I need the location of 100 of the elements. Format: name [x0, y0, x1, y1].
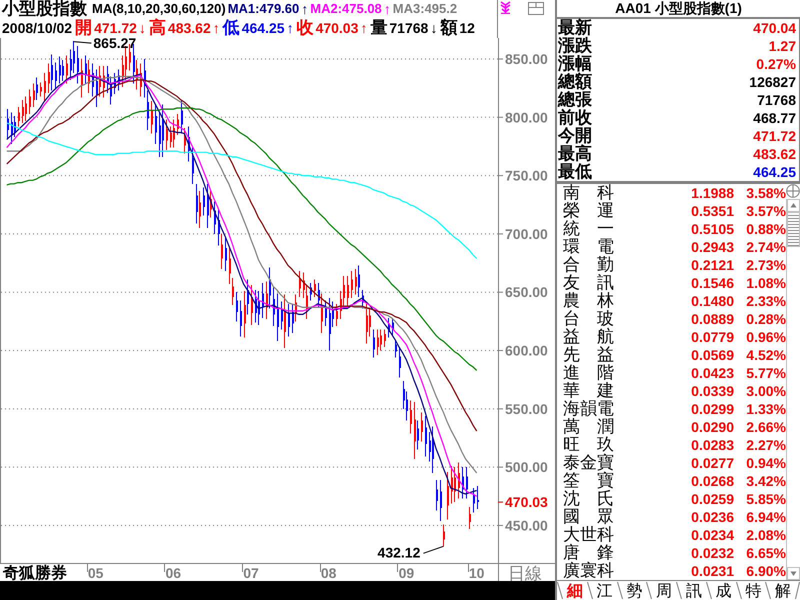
- trend-arrow: ↑: [212, 19, 220, 37]
- stock-name[interactable]: 萬 潤: [563, 418, 672, 436]
- quote-label: 低: [222, 19, 240, 37]
- quote-label: 額: [440, 19, 458, 37]
- scroll-down-button[interactable]: [787, 567, 800, 580]
- candlestick: [347, 276, 349, 308]
- stock-name[interactable]: 益 航: [563, 328, 672, 346]
- table-cell-text: 2.27%: [745, 436, 786, 454]
- stock-name[interactable]: 國 眾: [563, 508, 672, 526]
- candlestick: [384, 330, 386, 348]
- stat-label: 總額: [558, 73, 592, 91]
- candlestick: [155, 104, 157, 144]
- y-axis-label: 600.00: [505, 342, 548, 359]
- candlestick: [225, 237, 227, 272]
- trend-arrow: ↑: [384, 0, 391, 18]
- low-price-label: 432.12: [378, 544, 420, 560]
- candlestick: [466, 467, 468, 499]
- leader-line: [73, 41, 92, 44]
- stat-value: 464.25: [753, 163, 796, 181]
- stock-name[interactable]: 廣寰科: [563, 562, 672, 580]
- candlestick: [77, 46, 79, 84]
- stock-name[interactable]: 先 益: [563, 346, 672, 364]
- ma-value-label: MA3:495.2: [392, 0, 458, 18]
- last-price-label: 470.03: [505, 494, 548, 510]
- panel-title: AA01 小型股指數(1): [557, 0, 800, 19]
- stat-value: 126827: [749, 73, 796, 91]
- crosshair-icon[interactable]: [786, 184, 800, 198]
- table-cell-text: 2.73%: [745, 256, 786, 274]
- table-cell-text: 0.0277: [690, 454, 734, 472]
- down-arrow-icon[interactable]: [500, 1, 511, 14]
- stock-name[interactable]: 統 一: [563, 220, 672, 238]
- stock-name[interactable]: 沈 氏: [563, 490, 672, 508]
- scroll-up-button[interactable]: [787, 199, 800, 212]
- candlestick: [103, 66, 105, 98]
- quote-label: 開: [75, 19, 92, 37]
- brand-label: 奇狐勝券: [3, 565, 67, 581]
- stat-label: 前收: [558, 109, 592, 127]
- stock-name[interactable]: 進 階: [563, 364, 672, 382]
- table-cell-text: 0.0283: [690, 436, 734, 454]
- stock-name[interactable]: 榮 運: [563, 202, 672, 220]
- period-label: 日線: [508, 564, 542, 581]
- stock-name[interactable]: 海韻電: [563, 400, 672, 418]
- table-cell-text: 6.94%: [745, 508, 786, 526]
- candlestick: [336, 304, 338, 326]
- table-cell-text: 4.52%: [745, 346, 786, 364]
- stat-value: 0.27%: [756, 55, 796, 73]
- trend-arrow: ↑: [286, 19, 294, 37]
- stock-name[interactable]: 友 訊: [563, 274, 672, 292]
- stat-label: 總張: [558, 91, 592, 109]
- stock-name[interactable]: 台 玻: [563, 310, 672, 328]
- trend-arrow: ↓: [430, 19, 438, 37]
- table-cell-text: 5.85%: [745, 490, 786, 508]
- table-cell-text: 2.08%: [745, 526, 786, 544]
- candlestick: [314, 279, 316, 297]
- stock-name[interactable]: 農 林: [563, 292, 672, 310]
- stock-name[interactable]: 泰金寶: [563, 454, 672, 472]
- table-cell-text: 0.0290: [690, 418, 734, 436]
- candlestick: [473, 488, 475, 513]
- candlestick: [29, 89, 31, 114]
- stock-name[interactable]: 旺 玖: [563, 436, 672, 454]
- y-axis-label: 750.00: [505, 168, 548, 184]
- table-cell-text: 6.90%: [745, 562, 786, 580]
- ma-value-label: MA2:475.08: [310, 0, 382, 18]
- stock-name[interactable]: 南 科: [563, 184, 672, 202]
- stock-name[interactable]: 合 勤: [563, 256, 672, 274]
- x-axis-label: 10: [468, 565, 484, 581]
- stat-label: 今開: [558, 127, 592, 145]
- x-axis-label: 06: [166, 565, 182, 581]
- x-axis-label: 05: [88, 565, 104, 581]
- stock-name[interactable]: 環 電: [563, 238, 672, 256]
- candlestick: [262, 282, 264, 318]
- quote-label: 高: [148, 19, 166, 37]
- candlestick: [421, 412, 423, 442]
- x-axis-label: 09: [398, 565, 414, 581]
- table-cell-text: 0.0236: [690, 508, 734, 526]
- candlestick: [129, 44, 131, 71]
- stock-name[interactable]: 筌 寶: [563, 472, 672, 490]
- table-cell-text: 0.0299: [690, 400, 734, 418]
- table-cell-text: 0.0259: [690, 490, 734, 508]
- table-cell-text: 5.77%: [745, 364, 786, 382]
- candlestick: [373, 330, 375, 358]
- quote-label: 量: [370, 19, 388, 37]
- y-axis-label: 850.00: [505, 51, 548, 67]
- y-axis-label: 700.00: [505, 226, 548, 242]
- quote-label: 收: [296, 19, 314, 37]
- stock-name[interactable]: 唐 鋒: [563, 544, 672, 562]
- x-axis-label: 07: [243, 565, 259, 581]
- date-label: 2008/10/02: [2, 19, 72, 37]
- scroll-thumb[interactable]: [787, 212, 800, 247]
- window-icon[interactable]: [528, 2, 544, 15]
- stock-name[interactable]: 華 建: [563, 382, 672, 400]
- y-axis-label: 500.00: [505, 459, 548, 476]
- table-cell-text: 0.1480: [690, 292, 734, 310]
- quote-value: 483.62: [168, 19, 211, 37]
- table-cell-text: 0.0423: [690, 364, 734, 382]
- candlestick: [469, 506, 471, 529]
- candlestick: [40, 82, 42, 96]
- trend-arrow: ↓: [138, 19, 146, 37]
- table-cell-text: 3.00%: [745, 382, 786, 400]
- stock-name[interactable]: 大世科: [563, 526, 672, 544]
